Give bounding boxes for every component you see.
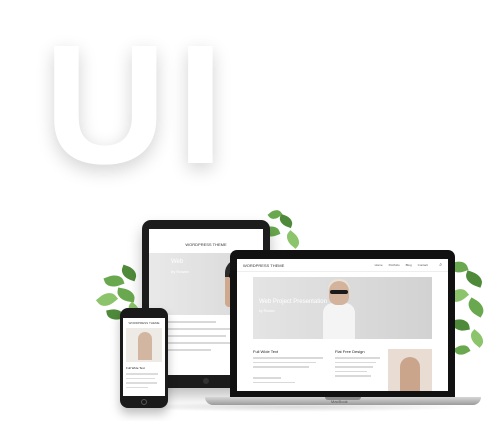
search-icon[interactable]: ⌕ xyxy=(439,262,442,268)
col2-text xyxy=(335,357,380,380)
menu-item-portfolio[interactable]: Portfolio xyxy=(389,263,400,267)
laptop-navbar: WORDPRESS THEME Home Portfolio Blog Cont… xyxy=(237,259,448,272)
laptop-menu: Home Portfolio Blog Contact xyxy=(375,263,428,267)
col2-title: Flat Free Design xyxy=(335,349,365,354)
laptop-label: MacBook xyxy=(331,399,348,404)
laptop-hero-sub: by Rowan xyxy=(259,309,275,313)
laptop-hero-title: Web Project Presentation xyxy=(259,299,327,305)
laptop-hero: Web Project Presentation by Rowan xyxy=(253,277,432,339)
menu-item-home[interactable]: Home xyxy=(375,263,383,267)
tablet-hero-title: Web xyxy=(171,259,184,265)
phone-hero xyxy=(126,328,162,362)
phone-brand: WORDPRESS THEME xyxy=(128,321,160,325)
phone-home-button[interactable] xyxy=(141,399,147,405)
tablet-brand: WORDPRESS THEME xyxy=(185,242,227,247)
phone-screen: WORDPRESS THEME Full Wide Text xyxy=(123,318,165,396)
tablet-home-button[interactable] xyxy=(203,378,209,384)
model-figure xyxy=(323,279,355,339)
col1-title: Full Wide Text xyxy=(253,349,279,354)
col1-text xyxy=(253,357,323,371)
tablet-hero-sub: by Rowan xyxy=(171,269,189,274)
laptop-screen: WORDPRESS THEME Home Portfolio Blog Cont… xyxy=(237,259,448,391)
model-figure xyxy=(138,332,152,360)
laptop-brand[interactable]: WORDPRESS THEME xyxy=(243,263,284,268)
menu-item-contact[interactable]: Contact xyxy=(418,263,428,267)
menu-item-blog[interactable]: Blog xyxy=(406,263,412,267)
phone-text-lines xyxy=(126,373,162,391)
hero-letters: UI xyxy=(44,10,234,200)
col1-text-2 xyxy=(253,377,323,386)
laptop-thumbnail[interactable] xyxy=(388,349,432,391)
phone-device: WORDPRESS THEME Full Wide Text xyxy=(120,308,168,408)
laptop-device: WORDPRESS THEME Home Portfolio Blog Cont… xyxy=(230,250,455,397)
phone-title: Full Wide Text xyxy=(126,366,145,370)
